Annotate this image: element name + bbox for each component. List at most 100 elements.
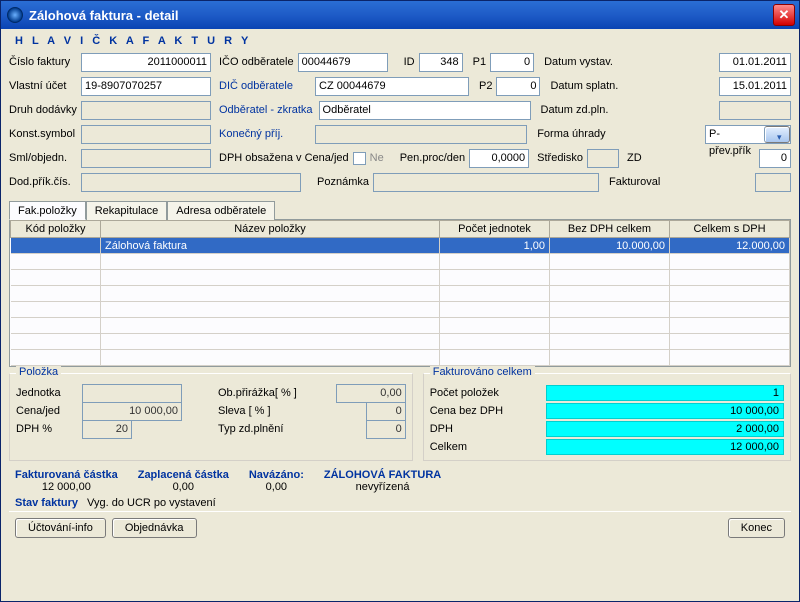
- field-p1[interactable]: 0: [490, 53, 534, 72]
- label-poznamka: Poznámka: [317, 176, 369, 188]
- label-zaplacena-castka: Zaplacená částka: [138, 469, 229, 481]
- col-bezdph[interactable]: Bez DPH celkem: [550, 221, 670, 238]
- cell-nazev: Zálohová faktura: [101, 238, 440, 254]
- label-navazano: Navázáno:: [249, 469, 304, 481]
- table-row[interactable]: [11, 302, 790, 318]
- label-zalohova-faktura: ZÁLOHOVÁ FAKTURA: [324, 469, 441, 481]
- field-cena-jed[interactable]: 10 000,00: [82, 402, 182, 421]
- value-dph-total: 2 000,00: [546, 421, 784, 437]
- label-stredisko: Středisko: [537, 152, 583, 164]
- label-datum-zdpln: Datum zd.pln.: [541, 104, 609, 116]
- tab-adresa-odberatele[interactable]: Adresa odběratele: [167, 201, 275, 220]
- field-dod-prik-cis[interactable]: [81, 173, 301, 192]
- label-dph-pct: DPH %: [16, 423, 76, 435]
- tab-body: Kód položky Název položky Počet jednotek…: [9, 219, 791, 367]
- field-id[interactable]: 348: [419, 53, 463, 72]
- col-nazev[interactable]: Název položky: [101, 221, 440, 238]
- field-p2[interactable]: 0: [496, 77, 540, 96]
- label-ob-prirazka: Ob.přirážka[ % ]: [218, 387, 297, 399]
- table-row[interactable]: Zálohová faktura 1,00 10.000,00 12.000,0…: [11, 238, 790, 254]
- table-row[interactable]: [11, 286, 790, 302]
- label-p1: P1: [473, 56, 486, 68]
- col-sdph[interactable]: Celkem s DPH: [670, 221, 790, 238]
- tab-rekapitulace[interactable]: Rekapitulace: [86, 201, 168, 220]
- label-cislo-faktury: Číslo faktury: [9, 56, 77, 68]
- combo-forma-uhrady-value: P-přev.přík: [706, 126, 764, 143]
- button-bar: Účtování-info Objednávka Konec: [9, 511, 791, 544]
- col-kod[interactable]: Kód položky: [11, 221, 101, 238]
- field-dic[interactable]: CZ 00044679: [315, 77, 469, 96]
- field-ob-prirazka[interactable]: 0,00: [336, 384, 406, 403]
- field-vlastni-ucet[interactable]: 19-8907070257: [81, 77, 211, 96]
- col-pocet[interactable]: Počet jednotek: [440, 221, 550, 238]
- field-datum-vystav[interactable]: 01.01.2011: [719, 53, 791, 72]
- value-cena-bez-dph: 10 000,00: [546, 403, 784, 419]
- window: Zálohová faktura - detail ✕ H L A V I Č …: [0, 0, 800, 602]
- summary-row: Fakturovaná částka 12 000,00 Zaplacená č…: [9, 467, 791, 495]
- field-sml-objed[interactable]: [81, 149, 211, 168]
- label-cena-jed: Cena/jed: [16, 405, 76, 417]
- label-cena-bez-dph: Cena bez DPH: [430, 405, 540, 417]
- field-konst-symbol[interactable]: [81, 125, 211, 144]
- field-konecny-prij[interactable]: [315, 125, 527, 144]
- table-row[interactable]: [11, 334, 790, 350]
- konec-button[interactable]: Konec: [728, 518, 785, 538]
- objednavka-button[interactable]: Objednávka: [112, 518, 197, 538]
- label-ne: Ne: [370, 152, 384, 164]
- label-celkem: Celkem: [430, 441, 540, 453]
- label-fakturoval: Fakturoval: [609, 176, 660, 188]
- group-polozka: Položka Jednotka Ob.přirážka[ % ] 0,00 C…: [9, 373, 413, 461]
- combo-forma-uhrady[interactable]: P-přev.přík ▾: [705, 125, 791, 144]
- cell-sdph: 12.000,00: [670, 238, 790, 254]
- field-druh-dodavky[interactable]: [81, 101, 211, 120]
- table-row[interactable]: [11, 270, 790, 286]
- table-row[interactable]: [11, 254, 790, 270]
- checkbox-dph-obsazena[interactable]: [353, 152, 366, 165]
- label-datum-vystav: Datum vystav.: [544, 56, 613, 68]
- field-datum-splatn[interactable]: 15.01.2011: [719, 77, 791, 96]
- value-zaplacena-castka: 0,00: [173, 481, 194, 493]
- field-sleva[interactable]: 0: [366, 402, 406, 421]
- value-fakturovana-castka: 12 000,00: [42, 481, 91, 493]
- field-stredisko[interactable]: [587, 149, 619, 168]
- label-pen-proc-den: Pen.proc/den: [400, 152, 465, 164]
- field-datum-zdpln[interactable]: [719, 101, 791, 120]
- field-ico[interactable]: 00044679: [298, 53, 388, 72]
- field-zd[interactable]: 0: [759, 149, 791, 168]
- legend-polozka: Položka: [16, 366, 61, 378]
- label-dod-prik-cis: Dod.přík.čís.: [9, 176, 77, 188]
- invoice-header: Číslo faktury 2011000011 IČO odběratele …: [9, 51, 791, 193]
- section-header: H L A V I Č K A F A K T U R Y: [15, 35, 791, 47]
- field-jednotka[interactable]: [82, 384, 182, 403]
- field-cislo-faktury[interactable]: 2011000011: [81, 53, 211, 72]
- value-celkem: 12 000,00: [546, 439, 784, 455]
- legend-fakt-celkem: Fakturováno celkem: [430, 366, 535, 378]
- table-row[interactable]: [11, 318, 790, 334]
- uctovani-info-button[interactable]: Účtování-info: [15, 518, 106, 538]
- app-icon: [7, 7, 23, 23]
- tab-fak-polozky[interactable]: Fak.položky: [9, 201, 86, 220]
- label-jednotka: Jednotka: [16, 387, 76, 399]
- label-stav-faktury: Stav faktury: [15, 497, 78, 509]
- window-title: Zálohová faktura - detail: [29, 8, 773, 23]
- items-table[interactable]: Kód položky Název položky Počet jednotek…: [10, 220, 790, 366]
- close-icon[interactable]: ✕: [773, 4, 795, 26]
- label-datum-splatn: Datum splatn.: [550, 80, 618, 92]
- label-konecny-prij: Konečný příj.: [219, 128, 283, 140]
- field-odberatel-zkratka[interactable]: Odběratel: [319, 101, 531, 120]
- field-fakturoval[interactable]: [755, 173, 791, 192]
- field-pen-proc-den[interactable]: 0,0000: [469, 149, 529, 168]
- label-typ-zdpln: Typ zd.plnění: [218, 423, 283, 435]
- field-poznamka[interactable]: [373, 173, 599, 192]
- field-typ-zdpln[interactable]: 0: [366, 420, 406, 439]
- label-dph-total: DPH: [430, 423, 540, 435]
- table-row[interactable]: [11, 350, 790, 366]
- field-dph-pct[interactable]: 20: [82, 420, 132, 439]
- chevron-down-icon[interactable]: ▾: [764, 126, 790, 143]
- label-id: ID: [404, 56, 415, 68]
- value-zalohova-faktura: nevyřízená: [356, 481, 410, 493]
- label-dic: DIČ odběratele: [219, 80, 293, 92]
- cell-bezdph: 10.000,00: [550, 238, 670, 254]
- label-sml-objed: Sml/objedn.: [9, 152, 77, 164]
- label-fakturovana-castka: Fakturovaná částka: [15, 469, 118, 481]
